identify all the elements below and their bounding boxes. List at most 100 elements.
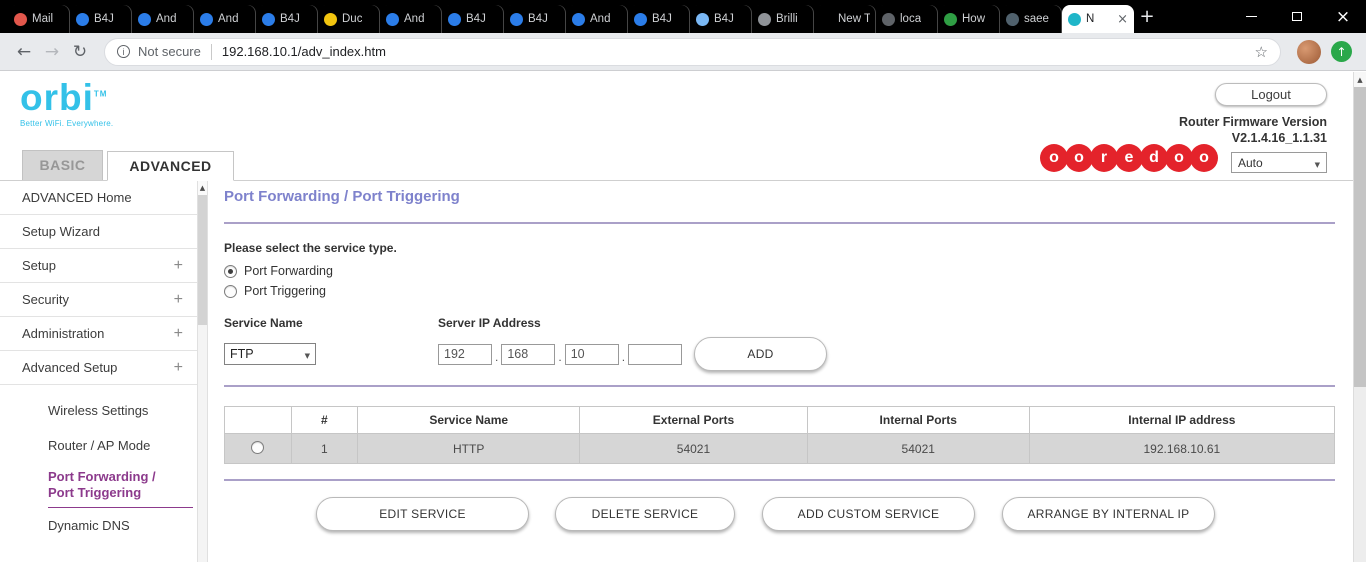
port-forwarding-table: # Service Name External Ports Internal P… bbox=[224, 406, 1336, 464]
close-icon bbox=[1336, 7, 1350, 27]
forward-button[interactable]: → bbox=[38, 38, 66, 66]
sidebar-scrollbar[interactable] bbox=[197, 181, 208, 562]
sidebar-item-administration[interactable]: Administration + bbox=[0, 317, 197, 351]
globe-favicon-icon bbox=[758, 12, 771, 26]
sidebar-item-advanced-setup[interactable]: Advanced Setup + bbox=[0, 351, 197, 385]
browser-tab[interactable]: And bbox=[380, 5, 442, 33]
sidebar-item-port-forwarding[interactable]: Port Forwarding / Port Triggering bbox=[48, 463, 193, 508]
edit-service-button[interactable]: EDIT SERVICE bbox=[316, 497, 529, 531]
chevron-down-icon bbox=[1315, 156, 1320, 170]
tab-label: N bbox=[1086, 13, 1095, 25]
firmware-info: Router Firmware Version V2.1.4.16_1.1.31 bbox=[1179, 114, 1327, 146]
tab-advanced[interactable]: ADVANCED bbox=[107, 151, 234, 181]
action-buttons: EDIT SERVICE DELETE SERVICE ADD CUSTOM S… bbox=[316, 497, 1335, 531]
tab-label: Brilli bbox=[776, 13, 798, 25]
close-button[interactable] bbox=[1320, 0, 1366, 33]
firmware-label: Router Firmware Version bbox=[1179, 115, 1327, 129]
separator bbox=[224, 479, 1335, 481]
separator bbox=[224, 385, 1335, 387]
row-select-radio[interactable] bbox=[251, 440, 265, 454]
browser-tab[interactable]: And bbox=[194, 5, 256, 33]
profile-avatar[interactable] bbox=[1297, 39, 1321, 64]
service-name-dropdown[interactable]: FTP bbox=[224, 343, 316, 365]
url-text: 192.168.10.1/adv_index.htm bbox=[221, 44, 386, 59]
browser-toolbar: ← → ↻ Not secure 192.168.10.1/adv_index.… bbox=[0, 33, 1366, 71]
sidebar-item-setup[interactable]: Setup + bbox=[0, 249, 197, 283]
orbi-tagline: Better WiFi. Everywhere. bbox=[20, 119, 114, 128]
browser-tab[interactable]: Mail bbox=[8, 5, 70, 33]
add-custom-service-button[interactable]: ADD CUSTOM SERVICE bbox=[762, 497, 975, 531]
browser-tab[interactable]: And bbox=[566, 5, 628, 33]
arrange-by-internal-ip-button[interactable]: ARRANGE BY INTERNAL IP bbox=[1002, 497, 1215, 531]
scroll-up-icon[interactable] bbox=[1354, 72, 1366, 87]
delete-service-button[interactable]: DELETE SERVICE bbox=[555, 497, 735, 531]
tab-label: saee bbox=[1024, 13, 1049, 25]
scroll-up-icon[interactable] bbox=[198, 181, 207, 195]
maximize-button[interactable] bbox=[1274, 0, 1320, 33]
language-dropdown[interactable]: Auto bbox=[1231, 152, 1327, 173]
sidebar: ADVANCED Home Setup Wizard Setup + Securi… bbox=[0, 181, 197, 562]
ip-octet-3-input[interactable] bbox=[564, 343, 619, 365]
brand-letter: d bbox=[1140, 144, 1168, 172]
browser-tab[interactable]: B4J bbox=[70, 5, 132, 33]
add-button[interactable]: ADD bbox=[694, 337, 828, 371]
sidebar-item-dynamic-dns[interactable]: Dynamic DNS bbox=[0, 508, 197, 543]
b4x-favicon-icon bbox=[634, 12, 647, 26]
browser-tab[interactable]: B4J bbox=[256, 5, 318, 33]
row-ip-cell: 192.168.10.61 bbox=[1028, 433, 1336, 464]
scrollbar-thumb[interactable] bbox=[1354, 87, 1366, 387]
sidebar-item-advanced-home[interactable]: ADVANCED Home bbox=[0, 181, 197, 215]
ip-octet-1-input[interactable] bbox=[438, 343, 492, 365]
reload-button[interactable]: ↻ bbox=[66, 38, 94, 66]
browser-tab[interactable]: saee bbox=[1000, 5, 1062, 33]
port-triggering-radio[interactable] bbox=[224, 284, 237, 298]
scrollbar-thumb[interactable] bbox=[198, 195, 207, 325]
sidebar-item-router-ap-mode[interactable]: Router / AP Mode bbox=[0, 428, 197, 463]
browser-tab[interactable]: And bbox=[132, 5, 194, 33]
tab-label: B4J bbox=[714, 13, 734, 25]
main-panel: Port Forwarding / Port Triggering Please… bbox=[208, 181, 1353, 562]
browser-tab[interactable]: Brilli bbox=[752, 5, 814, 33]
tab-basic[interactable]: BASIC bbox=[22, 150, 103, 180]
column-header-ip: Internal IP address bbox=[1028, 406, 1336, 434]
browser-tab[interactable]: B4J bbox=[504, 5, 566, 33]
tab-label: B4J bbox=[466, 13, 486, 25]
back-button[interactable]: ← bbox=[10, 38, 38, 66]
logout-button[interactable]: Logout bbox=[1215, 83, 1327, 106]
page-scrollbar[interactable] bbox=[1353, 72, 1366, 562]
column-header-service: Service Name bbox=[357, 406, 581, 434]
browser-tab[interactable]: How bbox=[938, 5, 1000, 33]
sidebar-item-wireless-settings[interactable]: Wireless Settings bbox=[0, 393, 197, 428]
b4x-favicon-icon bbox=[76, 12, 89, 26]
ip-octet-2-input[interactable] bbox=[501, 343, 556, 365]
port-forwarding-radio[interactable] bbox=[224, 264, 237, 278]
brand-letter: o bbox=[1165, 144, 1193, 172]
ip-octet-4-input[interactable] bbox=[628, 343, 683, 365]
table-header-row: # Service Name External Ports Internal P… bbox=[224, 406, 1336, 434]
browser-tab[interactable]: loca bbox=[876, 5, 938, 33]
mode-tab-bar: BASIC ADVANCED o o r e d o o Auto bbox=[0, 144, 1353, 181]
b4x-favicon-icon bbox=[510, 12, 523, 26]
browser-tab[interactable]: Duc bbox=[318, 5, 380, 33]
browser-tab[interactable]: B4J bbox=[628, 5, 690, 33]
expand-plus-icon: + bbox=[173, 325, 183, 342]
row-external-cell: 54021 bbox=[579, 433, 808, 464]
browser-tab[interactable]: New Tab bbox=[814, 5, 876, 33]
browser-tab-active[interactable]: N × bbox=[1062, 5, 1134, 33]
sidebar-item-setup-wizard[interactable]: Setup Wizard bbox=[0, 215, 197, 249]
bookmark-star-icon[interactable]: ☆ bbox=[1255, 43, 1268, 61]
info-icon[interactable] bbox=[117, 45, 130, 58]
browser-tab[interactable]: B4J bbox=[690, 5, 752, 33]
tab-label: B4J bbox=[94, 13, 114, 25]
minimize-button[interactable] bbox=[1228, 0, 1274, 33]
brand-letter: o bbox=[1190, 144, 1218, 172]
browser-update-icon[interactable] bbox=[1331, 41, 1352, 62]
sidebar-item-security[interactable]: Security + bbox=[0, 283, 197, 317]
address-bar[interactable]: Not secure 192.168.10.1/adv_index.htm ☆ bbox=[104, 37, 1281, 66]
new-tab-button[interactable]: + bbox=[1134, 4, 1160, 30]
browser-tab[interactable]: B4J bbox=[442, 5, 504, 33]
tab-label: And bbox=[404, 13, 425, 25]
trademark-label: TM bbox=[93, 89, 108, 99]
column-header-external: External Ports bbox=[579, 406, 808, 434]
tab-close-icon[interactable]: × bbox=[1117, 13, 1128, 26]
